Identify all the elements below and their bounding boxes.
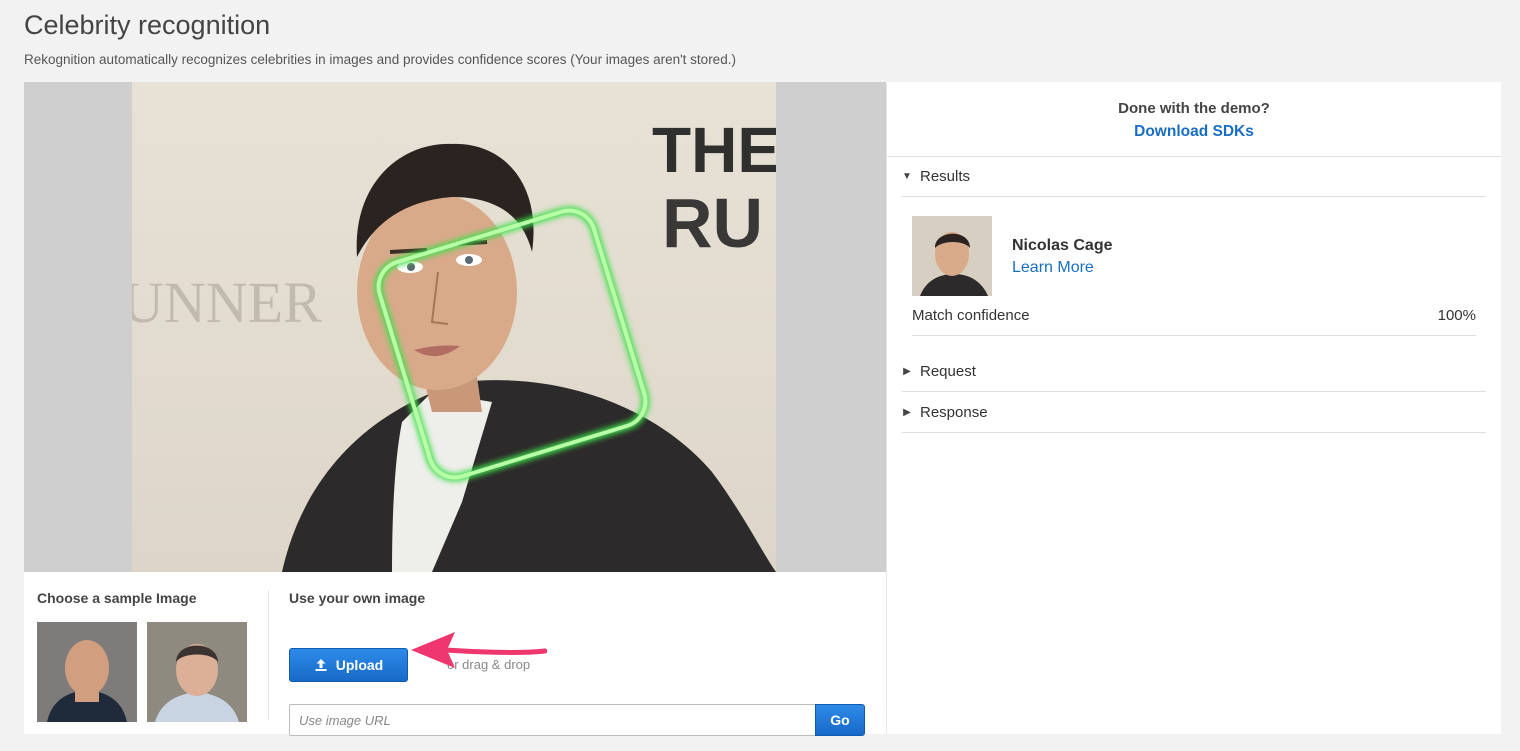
own-image-section: Use your own image or drag & drop Upload… bbox=[289, 590, 869, 736]
caret-down-icon: ▼ bbox=[902, 171, 912, 182]
section-divider bbox=[268, 590, 269, 720]
download-sdks-link[interactable]: Download SDKs bbox=[887, 123, 1501, 141]
image-stage: THE RU UNNER bbox=[24, 82, 886, 572]
confidence-divider bbox=[912, 335, 1476, 336]
sample-section: Choose a sample Image bbox=[37, 590, 247, 722]
demo-panel: THE RU UNNER Choose a sample Image Use y… bbox=[24, 82, 886, 736]
upload-label: Upload bbox=[335, 657, 384, 673]
upload-button[interactable]: Upload bbox=[289, 648, 408, 682]
analyzed-photo: THE RU UNNER bbox=[132, 82, 776, 572]
celebrity-name: Nicolas Cage bbox=[1012, 237, 1113, 254]
svg-text:UNNER: UNNER bbox=[132, 270, 322, 335]
own-image-heading: Use your own image bbox=[289, 590, 426, 606]
caret-right-icon: ▶ bbox=[903, 366, 911, 377]
svg-text:THE: THE bbox=[652, 114, 776, 186]
request-label: Request bbox=[920, 363, 976, 380]
image-controls: Choose a sample Image Use your own image… bbox=[24, 572, 886, 736]
celebrity-thumbnail bbox=[912, 216, 992, 296]
confidence-value: 100% bbox=[1437, 307, 1476, 324]
caret-right-icon: ▶ bbox=[903, 407, 911, 418]
confidence-label: Match confidence bbox=[912, 307, 1030, 324]
annotation-arrow-icon bbox=[411, 632, 547, 668]
sample-list bbox=[37, 622, 247, 722]
results-panel: Done with the demo? Download SDKs ▼ Resu… bbox=[886, 82, 1501, 734]
response-label: Response bbox=[920, 404, 988, 421]
svg-text:RU: RU bbox=[662, 184, 763, 262]
image-url-input[interactable] bbox=[289, 704, 815, 736]
request-toggle[interactable]: ▶ Request bbox=[902, 352, 1486, 392]
results-toggle[interactable]: ▼ Results bbox=[902, 157, 1486, 197]
demo-done-text: Done with the demo? bbox=[1118, 100, 1270, 117]
response-toggle[interactable]: ▶ Response bbox=[902, 393, 1486, 433]
learn-more-link[interactable]: Learn More bbox=[1012, 259, 1094, 277]
sample-image-2[interactable] bbox=[147, 622, 247, 722]
results-label: Results bbox=[920, 168, 971, 185]
page-title: Celebrity recognition bbox=[24, 10, 271, 40]
go-button[interactable]: Go bbox=[815, 704, 865, 736]
page-subtitle: Rekognition automatically recognizes cel… bbox=[24, 52, 736, 67]
sample-image-1[interactable] bbox=[37, 622, 137, 722]
sample-heading: Choose a sample Image bbox=[37, 590, 197, 606]
upload-icon bbox=[315, 659, 327, 671]
